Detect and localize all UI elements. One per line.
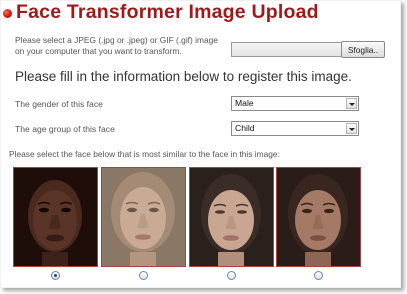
gender-select-value: Male: [235, 98, 254, 108]
page-title: Face Transformer Image Upload: [16, 0, 319, 23]
face-light-skin-icon[interactable]: [101, 167, 186, 267]
bullet-icon: [3, 8, 12, 18]
chevron-down-icon[interactable]: [346, 98, 357, 109]
browse-button[interactable]: Sfoglia..: [341, 41, 385, 58]
page-frame: Face Transformer Image Upload Please sel…: [0, 0, 401, 288]
face-south-asian-icon[interactable]: [276, 167, 361, 267]
upload-instructions: Please select a JPEG (.jpg or .jpeg) or …: [15, 35, 218, 56]
face-radio-4[interactable]: [314, 271, 323, 280]
similar-face-prompt: Please select the face below that is mos…: [9, 149, 280, 159]
chevron-down-icon[interactable]: [346, 123, 357, 134]
face-east-asian-icon[interactable]: [189, 167, 274, 267]
gender-label: The gender of this face: [15, 99, 103, 109]
title-row: Face Transformer Image Upload: [3, 1, 319, 23]
face-radio-2[interactable]: [139, 271, 148, 280]
age-select-value: Child: [235, 123, 255, 133]
age-label: The age group of this face: [15, 124, 115, 134]
file-path-input[interactable]: [231, 42, 343, 57]
face-dark-skin-icon[interactable]: [13, 167, 98, 267]
gender-select[interactable]: Male: [231, 96, 359, 111]
age-select[interactable]: Child: [231, 121, 359, 136]
face-radio-3[interactable]: [227, 271, 236, 280]
face-radio-1[interactable]: [51, 271, 60, 280]
register-heading: Please fill in the information below to …: [15, 69, 352, 84]
